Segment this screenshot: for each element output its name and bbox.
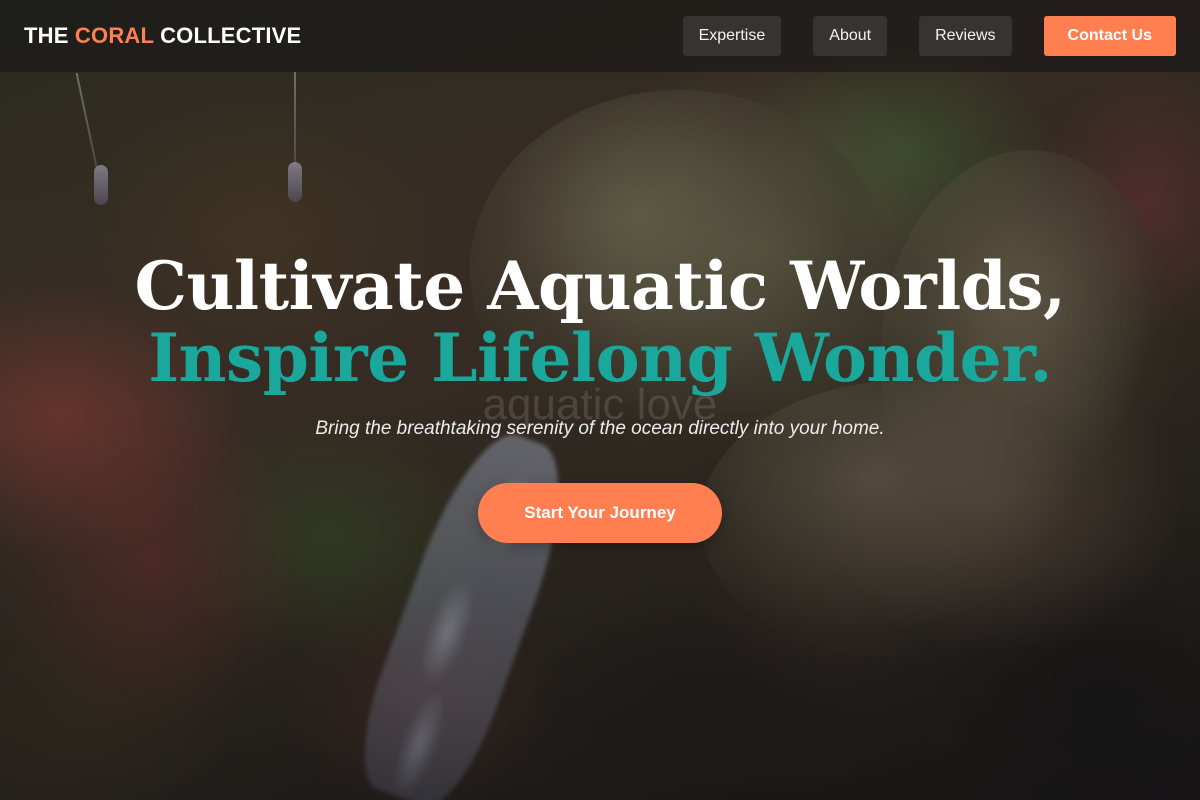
start-journey-button[interactable]: Start Your Journey [478, 483, 722, 543]
main-nav: Expertise About Reviews Contact Us [682, 16, 1176, 56]
hero-subtitle: Bring the breathtaking serenity of the o… [315, 418, 885, 439]
contact-us-button[interactable]: Contact Us [1043, 16, 1176, 56]
logo-accent-word: CORAL [74, 23, 154, 48]
hero-headline: Cultivate Aquatic Worlds, Inspire Lifelo… [0, 250, 1200, 394]
nav-link-reviews[interactable]: Reviews [919, 16, 1012, 56]
nav-link-expertise[interactable]: Expertise [682, 16, 782, 56]
site-header: THE CORAL COLLECTIVE Expertise About Rev… [0, 0, 1200, 72]
nav-link-about[interactable]: About [813, 16, 888, 56]
logo-prefix: THE [24, 23, 69, 48]
brand-logo[interactable]: THE CORAL COLLECTIVE [24, 23, 301, 49]
hero-section: aquatic love Cultivate Aquatic Worlds, I… [0, 250, 1200, 543]
logo-suffix: COLLECTIVE [160, 23, 302, 48]
hero-cta-wrapper: Start Your Journey [0, 483, 1200, 543]
headline-line-2: Inspire Lifelong Wonder. [148, 319, 1052, 397]
headline-line-1: Cultivate Aquatic Worlds, [134, 247, 1066, 325]
